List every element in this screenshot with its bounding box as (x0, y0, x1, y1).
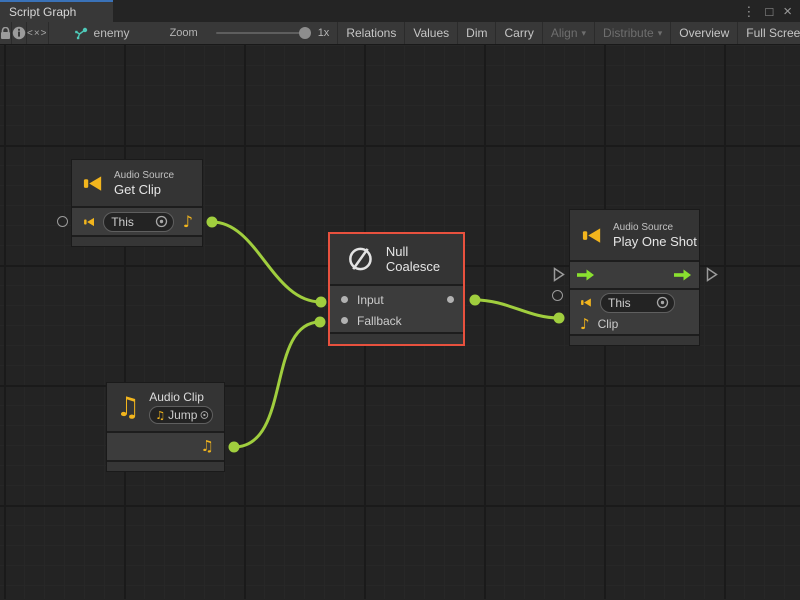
jump-object-field[interactable]: ♫ Jump (149, 406, 213, 424)
chevron-down-icon: ▾ (582, 29, 587, 38)
zoom-value: 1x (318, 27, 330, 39)
wire-endpoint (470, 295, 481, 306)
wire-endpoint (554, 313, 565, 324)
result-port[interactable] (447, 296, 454, 303)
node-get-clip[interactable]: Audio Source Get Clip This ♪ (71, 159, 203, 247)
node-category: Audio Source (114, 169, 174, 182)
input-port[interactable] (341, 296, 348, 303)
chevron-down-icon: ▾ (658, 29, 663, 38)
fallback-port[interactable] (341, 317, 348, 324)
graph-canvas[interactable]: Audio Source Get Clip This ♪ (0, 45, 800, 599)
tab-bar: Script Graph ⋮ □ × (0, 0, 800, 22)
window-controls: ⋮ □ × (742, 0, 800, 22)
values-button[interactable]: Values (404, 22, 457, 44)
playoneshot-target-port[interactable] (552, 290, 563, 301)
menu-icon[interactable]: ⋮ (742, 5, 755, 18)
audio-source-icon (83, 215, 96, 229)
wire-result-to-clip (475, 300, 559, 318)
graph-icon (74, 27, 88, 40)
this-object-field[interactable]: This (600, 293, 675, 313)
node-title: Audio Clip (149, 390, 213, 405)
align-button: Align ▾ (542, 22, 594, 44)
tab-script-graph[interactable]: Script Graph (0, 0, 113, 22)
wire-getclip-to-input (212, 222, 321, 302)
control-input-arrow-icon[interactable] (577, 269, 595, 281)
control-output-arrow-icon[interactable] (674, 269, 692, 281)
overview-button[interactable]: Overview (670, 22, 737, 44)
input-port-label: Input (357, 293, 384, 307)
code-view-button[interactable]: <×> (27, 22, 49, 44)
audio-source-icon (580, 296, 593, 309)
node-play-one-shot[interactable]: Audio Source Play One Shot This (569, 209, 700, 346)
object-picker-icon[interactable] (200, 409, 209, 421)
info-icon (12, 26, 26, 40)
close-icon[interactable]: × (783, 4, 792, 19)
code-icon: <×> (27, 28, 48, 39)
distribute-button: Distribute ▾ (594, 22, 670, 44)
object-picker-icon[interactable] (155, 215, 168, 228)
wire-endpoint (207, 217, 218, 228)
zoom-slider-knob[interactable] (299, 27, 311, 39)
relations-button[interactable]: Relations (337, 22, 404, 44)
wire-endpoint (316, 297, 327, 308)
playoneshot-exit-port[interactable] (706, 267, 718, 287)
tab-title: Script Graph (9, 5, 76, 19)
toolbar-buttons: Relations Values Dim Carry Align ▾ Distr… (337, 22, 800, 44)
lock-button[interactable] (0, 22, 12, 44)
lock-icon (0, 27, 11, 40)
inspector-button[interactable] (12, 22, 27, 44)
audio-clip-port-icon[interactable]: ♪ (183, 214, 193, 230)
audio-source-icon (581, 224, 604, 247)
fullscreen-button[interactable]: Full Screen (737, 22, 800, 44)
clip-port-label: Clip (598, 317, 619, 331)
zoom-slider[interactable] (216, 32, 308, 34)
node-title: Play One Shot (613, 234, 697, 250)
object-picker-icon[interactable] (656, 296, 669, 309)
audio-clip-mini-icon: ♫ (155, 410, 165, 421)
graph-toolbar: <×> enemy Zoom 1x Relations Values Dim C… (0, 22, 800, 45)
audio-source-icon (82, 172, 105, 195)
carry-button[interactable]: Carry (495, 22, 541, 44)
graph-name: enemy (94, 26, 130, 40)
node-title: Null Coalesce (386, 244, 463, 274)
node-title: Get Clip (114, 182, 174, 198)
this-object-field[interactable]: This (103, 212, 174, 232)
node-null-coalesce[interactable]: Null Coalesce Input Fallback (328, 232, 465, 346)
audio-clip-icon: ♫ (116, 394, 140, 421)
node-category: Audio Source (613, 221, 697, 234)
zoom-control: Zoom 1x (170, 22, 330, 44)
maximize-icon[interactable]: □ (765, 5, 773, 18)
node-audio-clip-variable[interactable]: ♫ Audio Clip ♫ Jump ♫ (106, 382, 225, 472)
audio-clip-port-icon[interactable]: ♪ (580, 317, 590, 332)
dim-button[interactable]: Dim (457, 22, 495, 44)
wire-endpoint (229, 442, 240, 453)
getclip-target-port[interactable] (57, 216, 68, 227)
wire-audioclip-to-fallback (234, 322, 320, 447)
fallback-port-label: Fallback (357, 314, 402, 328)
playoneshot-enter-port[interactable] (553, 267, 565, 287)
zoom-label: Zoom (170, 27, 198, 39)
graph-reference[interactable]: enemy (74, 22, 130, 44)
value-port-icon[interactable]: ♫ (201, 439, 214, 454)
null-coalesce-icon (346, 244, 375, 274)
wire-endpoint (315, 317, 326, 328)
